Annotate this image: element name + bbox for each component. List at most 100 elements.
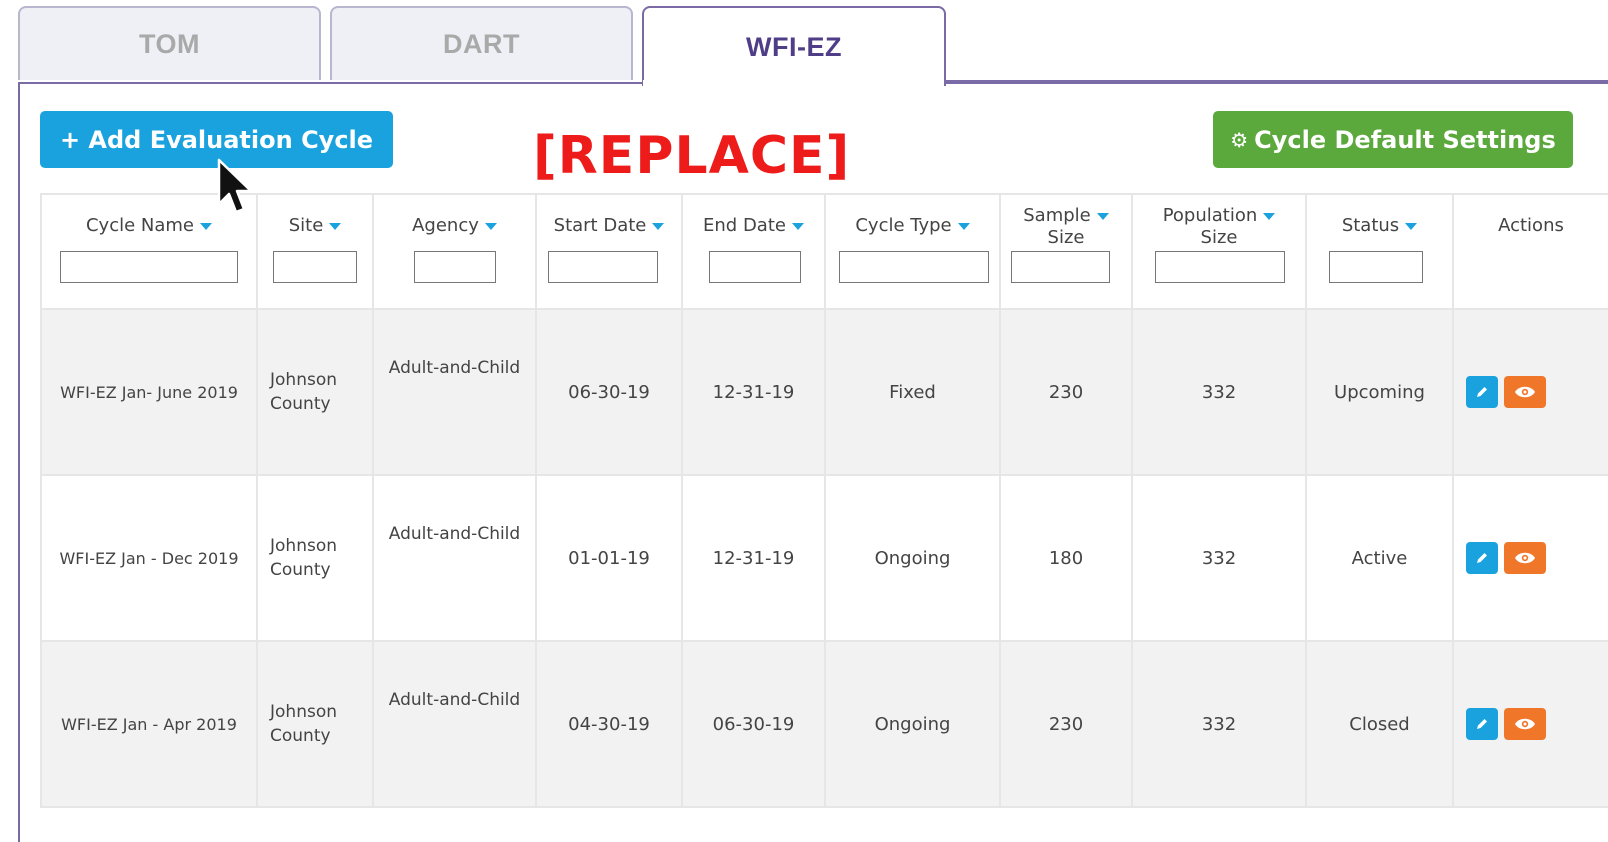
header-label: Cycle Name	[85, 215, 195, 236]
sort-caret-icon[interactable]	[1263, 212, 1276, 220]
eye-icon	[1515, 386, 1535, 398]
cell-population-size: 332	[1131, 474, 1307, 642]
cell-sample-size: 230	[999, 308, 1133, 476]
filter-site-input[interactable]	[273, 251, 357, 283]
eye-icon	[1515, 718, 1535, 730]
filter-sample-size-input[interactable]	[1011, 251, 1110, 283]
header-label: Size	[1047, 227, 1085, 248]
tab-tom[interactable]: TOM	[18, 6, 321, 80]
cell-start-date: 06-30-19	[535, 308, 683, 476]
cell-population-size: 332	[1131, 640, 1307, 808]
gear-icon: ⚙	[1230, 127, 1249, 152]
header-label: Size	[1200, 227, 1238, 248]
header-label: Start Date	[553, 215, 647, 236]
cell-site-line: Johnson	[270, 370, 337, 390]
cell-cycle-type: Ongoing	[824, 640, 1001, 808]
pencil-icon	[1477, 387, 1487, 397]
edit-button[interactable]	[1466, 376, 1498, 408]
cell-site-line: Johnson	[270, 702, 337, 722]
evaluation-cycles-table: Cycle Name Site Agency Start Date End Da…	[40, 193, 1608, 808]
table-row[interactable]: WFI-EZ Jan - Apr 2019 Johnson County Adul…	[40, 640, 1608, 808]
replace-overlay-text: [REPLACE]	[533, 126, 851, 186]
sort-caret-icon[interactable]	[1405, 222, 1418, 230]
cell-population-size: 332	[1131, 308, 1307, 476]
cell-cycle-name: WFI-EZ Jan - Apr 2019	[40, 640, 258, 808]
filter-start-date-input[interactable]	[548, 251, 658, 283]
table-row[interactable]: WFI-EZ Jan- June 2019 Johnson County Adul…	[40, 308, 1608, 476]
cell-site-line: Johnson	[270, 536, 337, 556]
cell-end-date: 12-31-19	[681, 474, 826, 642]
active-tab-join	[643, 80, 943, 86]
header-label: Sample	[1023, 205, 1091, 226]
header-status[interactable]: Status	[1305, 193, 1454, 310]
filter-agency-input[interactable]	[414, 251, 496, 283]
mouse-cursor-icon	[217, 158, 253, 214]
cell-site-line: County	[270, 726, 331, 746]
cell-site-line: County	[270, 560, 331, 580]
sort-caret-icon[interactable]	[957, 222, 970, 230]
cycle-default-settings-button[interactable]: ⚙ Cycle Default Settings	[1213, 111, 1573, 168]
eye-icon	[1515, 552, 1535, 564]
sort-caret-icon[interactable]	[652, 222, 665, 230]
cell-actions	[1452, 640, 1608, 808]
filter-status-input[interactable]	[1329, 251, 1423, 283]
filter-cycle-name-input[interactable]	[60, 251, 238, 283]
header-label: Status	[1341, 215, 1400, 236]
cell-status: Closed	[1305, 640, 1454, 808]
cell-start-date: 04-30-19	[535, 640, 683, 808]
header-label: Actions	[1498, 215, 1564, 236]
view-button[interactable]	[1504, 708, 1546, 740]
view-button[interactable]	[1504, 542, 1546, 574]
cell-cycle-type: Fixed	[824, 308, 1001, 476]
sort-caret-icon[interactable]	[200, 222, 213, 230]
table-row[interactable]: WFI-EZ Jan - Dec 2019 Johnson County Adul…	[40, 474, 1608, 642]
view-button[interactable]	[1504, 376, 1546, 408]
header-site[interactable]: Site	[256, 193, 374, 310]
sort-caret-icon[interactable]	[791, 222, 804, 230]
header-label: End Date	[703, 215, 786, 236]
header-label: Agency	[412, 215, 479, 236]
cell-status: Upcoming	[1305, 308, 1454, 476]
filter-end-date-input[interactable]	[709, 251, 801, 283]
cell-sample-size: 180	[999, 474, 1133, 642]
header-actions: Actions	[1452, 193, 1608, 310]
header-label: Site	[288, 215, 324, 236]
sort-caret-icon[interactable]	[329, 222, 342, 230]
cell-site-line: County	[270, 394, 331, 414]
cell-actions	[1452, 308, 1608, 476]
cell-start-date: 01-01-19	[535, 474, 683, 642]
cell-agency: Adult-and-Child	[372, 474, 537, 642]
header-agency[interactable]: Agency	[372, 193, 537, 310]
edit-button[interactable]	[1466, 542, 1498, 574]
cell-cycle-type: Ongoing	[824, 474, 1001, 642]
header-cycle-type[interactable]: Cycle Type	[824, 193, 1001, 310]
table-header-row: Cycle Name Site Agency Start Date End Da…	[40, 193, 1608, 310]
filter-cycle-type-input[interactable]	[839, 251, 989, 283]
sort-caret-icon[interactable]	[484, 222, 497, 230]
cell-end-date: 12-31-19	[681, 308, 826, 476]
cell-site: Johnson County	[256, 640, 374, 808]
pencil-icon	[1477, 719, 1487, 729]
header-population-size[interactable]: Population Size	[1131, 193, 1307, 310]
tab-dart[interactable]: DART	[330, 6, 633, 80]
cell-sample-size: 230	[999, 640, 1133, 808]
cell-actions	[1452, 474, 1608, 642]
pencil-icon	[1477, 553, 1487, 563]
sort-caret-icon[interactable]	[1096, 212, 1109, 220]
cell-end-date: 06-30-19	[681, 640, 826, 808]
cell-site: Johnson County	[256, 474, 374, 642]
cell-cycle-name: WFI-EZ Jan- June 2019	[40, 308, 258, 476]
cell-site: Johnson County	[256, 308, 374, 476]
header-sample-size[interactable]: Sample Size	[999, 193, 1133, 310]
filter-population-size-input[interactable]	[1155, 251, 1285, 283]
edit-button[interactable]	[1466, 708, 1498, 740]
cycle-default-settings-label: Cycle Default Settings	[1254, 125, 1556, 154]
cell-cycle-name: WFI-EZ Jan - Dec 2019	[40, 474, 258, 642]
cell-agency: Adult-and-Child	[372, 308, 537, 476]
header-end-date[interactable]: End Date	[681, 193, 826, 310]
cell-status: Active	[1305, 474, 1454, 642]
tab-wfi-ez[interactable]: WFI-EZ	[642, 6, 946, 86]
header-label: Population	[1162, 205, 1258, 226]
header-start-date[interactable]: Start Date	[535, 193, 683, 310]
cell-agency: Adult-and-Child	[372, 640, 537, 808]
